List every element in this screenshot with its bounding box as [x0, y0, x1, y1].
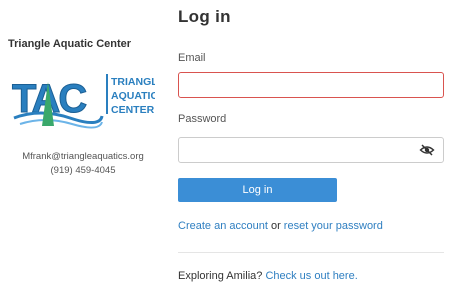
login-page: Triangle Aquatic Center TAC TRIANGLE AQU…: [0, 0, 459, 288]
contact-email: Mfrank@triangleaquatics.org: [22, 151, 144, 162]
divider: [178, 252, 444, 253]
account-links: Create an account or reset your password: [178, 220, 383, 232]
eye-slash-icon[interactable]: [419, 142, 435, 158]
logo-line-1: TRIANGLE: [111, 76, 155, 88]
explore-label: Exploring Amilia?: [178, 270, 266, 282]
organization-name: Triangle Aquatic Center: [8, 38, 132, 50]
contact-phone: (919) 459-4045: [50, 165, 116, 176]
logo-line-3: CENTER: [111, 104, 155, 116]
create-account-link[interactable]: Create an account: [178, 220, 268, 232]
password-field[interactable]: [178, 137, 444, 163]
password-label: Password: [178, 113, 227, 125]
or-text: or: [267, 220, 284, 232]
email-field[interactable]: [178, 72, 444, 98]
reset-password-link[interactable]: reset your password: [284, 220, 383, 232]
email-label: Email: [178, 52, 206, 64]
tac-logo: TAC TRIANGLE AQUATIC CENTER: [12, 74, 155, 129]
explore-link[interactable]: Check us out here.: [265, 270, 357, 282]
page-title: Log in: [178, 7, 231, 26]
logo-line-2: AQUATIC: [111, 90, 155, 102]
login-button[interactable]: Log in: [178, 178, 337, 202]
explore-text: Exploring Amilia? Check us out here.: [178, 270, 358, 282]
